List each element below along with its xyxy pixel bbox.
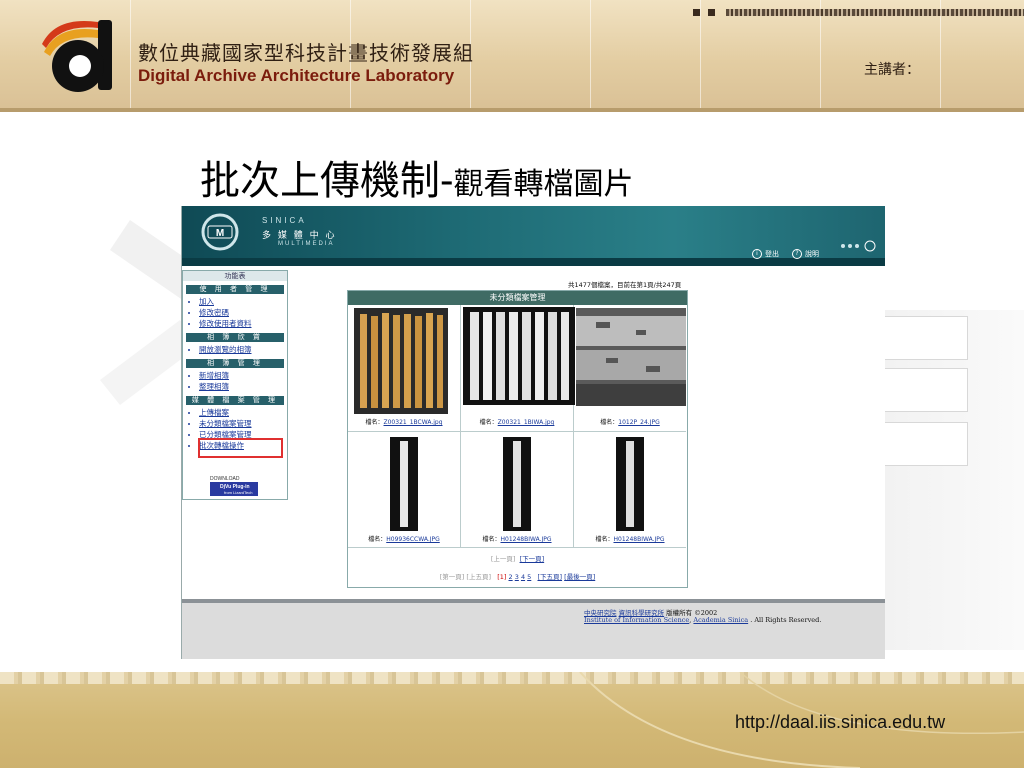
embedded-app-screenshot: M SINICA 多 媒 體 中 心 MULTIMEDIA i 登出 ? 說明 功能…: [181, 206, 885, 659]
brand-sinica: SINICA: [262, 216, 307, 225]
page-link[interactable]: 4: [521, 573, 525, 581]
bamboo-slips-bw-thumbnail: [463, 307, 575, 405]
file-cell[interactable]: 檔名：1012P_24.JPG: [574, 305, 686, 432]
first-page-link[interactable]: [第一頁]: [440, 573, 465, 581]
file-name-link[interactable]: Z00321_1BCWA.jpg: [384, 419, 443, 426]
page-link[interactable]: 3: [515, 573, 519, 581]
menu-item-edit-user[interactable]: 修改使用者資料: [199, 318, 287, 329]
file-cell[interactable]: 檔名：H09936CCWA.JPG: [348, 432, 461, 548]
help-button[interactable]: ? 說明: [792, 249, 819, 259]
help-label: 說明: [805, 250, 819, 258]
next-five-link[interactable]: [下五頁]: [538, 573, 563, 581]
file-label: 檔名：: [479, 419, 498, 426]
menu-item-unclassified[interactable]: 未分類檔案管理: [199, 418, 287, 429]
file-cell[interactable]: 檔名：H01248BIWA.JPG: [574, 432, 686, 548]
file-name-link[interactable]: H01248BIWA.JPG: [500, 536, 551, 543]
grayscale-document-thumbnail: [576, 308, 686, 406]
djvu-download-button[interactable]: DOWNLOAD DjVu Plug-in from LizardTech: [210, 476, 258, 496]
svg-text:M: M: [216, 228, 224, 239]
background-panel: [884, 310, 1024, 650]
header-texture-strip: [726, 9, 1024, 16]
file-cell[interactable]: 檔名：Z00321_1BCWA.jpg: [348, 305, 461, 432]
slide-title: 批次上傳機制-觀看轉檔圖片: [200, 148, 634, 206]
footer-link-sinica-en[interactable]: Academia Sinica: [693, 616, 748, 624]
org-name-en: Digital Archive Architecture Laboratory: [138, 66, 455, 85]
page-link[interactable]: 2: [509, 573, 513, 581]
highlight-box: [198, 438, 283, 458]
footer-separator: ,: [689, 616, 692, 624]
logout-button[interactable]: i 登出: [752, 249, 779, 259]
prev-page-link[interactable]: [上一頁]: [491, 555, 516, 563]
logout-label: 登出: [765, 250, 779, 258]
file-label: 檔名：: [600, 419, 619, 426]
file-label: 檔名：: [595, 536, 614, 543]
org-name-cn: 數位典藏國家型科技計畫技術發展組: [138, 43, 474, 65]
footer-line-2: Institute of Information Science, Academ…: [584, 616, 821, 624]
file-label: 檔名：: [368, 536, 387, 543]
download-caption: DOWNLOAD: [210, 476, 240, 482]
single-slip-thumbnail: [390, 437, 418, 531]
speaker-label: 主講者：: [864, 63, 920, 78]
next-page-link[interactable]: [下一頁]: [520, 555, 545, 563]
header-square: [708, 9, 715, 16]
app-header: M SINICA 多 媒 體 中 心 MULTIMEDIA i 登出 ? 說明: [182, 206, 885, 266]
daal-logo-icon: [42, 20, 112, 92]
footer-link-iis-en[interactable]: Institute of Information Science: [584, 616, 689, 624]
file-name-link[interactable]: Z00321_1BIWA.jpg: [498, 419, 555, 426]
menu-section-media-manage: 媒 體 檔 案 管 理: [186, 396, 284, 405]
info-icon: i: [752, 249, 762, 259]
current-page: [1]: [497, 573, 507, 581]
page-link[interactable]: 5: [527, 573, 531, 581]
file-caption: 檔名：Z00321_1BCWA.jpg: [348, 417, 460, 426]
menu-item-change-password[interactable]: 修改密碼: [199, 307, 287, 318]
file-name-link[interactable]: H01248BIWA.JPG: [613, 536, 664, 543]
menu-item-new-album[interactable]: 新增相簿: [199, 370, 287, 381]
file-cell[interactable]: 檔名：H01248BIWA.JPG: [461, 432, 574, 548]
grid-title: 未分類檔案管理: [348, 291, 687, 305]
single-slip-thumbnail: [616, 437, 644, 531]
app-footer: 中央研究院 資訊科學研究所 版權所有 ©2002 Institute of In…: [182, 599, 885, 659]
file-caption: 檔名：Z00321_1BIWA.jpg: [461, 417, 573, 426]
brand-center-cn: 多 媒 體 中 心: [262, 231, 337, 241]
bamboo-slips-thumbnail: [354, 308, 448, 414]
menu-item-organize-albums[interactable]: 整理相簿: [199, 381, 287, 392]
header-divider: [0, 108, 1024, 112]
file-caption: 檔名：H01248BIWA.JPG: [574, 534, 686, 543]
last-page-link[interactable]: [最後一頁]: [564, 573, 595, 581]
brand-center-en: MULTIMEDIA: [278, 241, 335, 247]
menu-section-album-view: 相 簿 欣 賞: [186, 333, 284, 342]
app-header-bar: [182, 258, 885, 266]
single-slip-thumbnail: [503, 437, 531, 531]
file-name-link[interactable]: 1012P_24.JPG: [618, 419, 659, 426]
page-nav-simple: [上一頁] [下一頁]: [348, 553, 687, 563]
pager-info: 共1477個檔案，目前在第1頁/共247頁: [568, 281, 682, 289]
site-url: http://daal.iis.sinica.edu.tw: [735, 712, 946, 732]
page-nav-full: [第一頁] [上五頁] [1] 2 3 4 5 [下五頁] [最後一頁]: [348, 571, 687, 581]
header-square: [693, 9, 700, 16]
file-cell[interactable]: 檔名：Z00321_1BIWA.jpg: [461, 305, 575, 432]
djvu-sublabel: from LizardTech: [224, 490, 253, 495]
menu-title: 功能表: [183, 271, 287, 281]
slide-title-main: 批次上傳機制-: [200, 158, 454, 204]
menu-item-join[interactable]: 加入: [199, 296, 287, 307]
file-grid: 未分類檔案管理 檔名：Z00321_1BCWA.jpg 檔名：Z00321_1B…: [347, 290, 688, 588]
prev-five-link[interactable]: [上五頁]: [466, 573, 491, 581]
menu-section-user: 使 用 者 管 理: [186, 285, 284, 294]
function-menu: 功能表 使 用 者 管 理 加入 修改密碼 修改使用者資料 相 簿 欣 賞 開放…: [182, 270, 288, 500]
slide-title-sub: 觀看轉檔圖片: [453, 167, 634, 202]
menu-section-album-manage: 相 簿 管 理: [186, 359, 284, 368]
file-caption: 檔名：H01248BIWA.JPG: [461, 534, 573, 543]
help-icon: ?: [792, 249, 802, 259]
menu-item-upload[interactable]: 上傳檔案: [199, 407, 287, 418]
file-label: 檔名：: [482, 536, 501, 543]
menu-item-open-albums[interactable]: 開放瀏覽的相簿: [199, 344, 287, 355]
footer-rights: . All Rights Reserved.: [750, 616, 822, 624]
file-caption: 檔名：H09936CCWA.JPG: [348, 534, 460, 543]
file-caption: 檔名：1012P_24.JPG: [574, 417, 686, 426]
file-label: 檔名：: [365, 419, 384, 426]
header-ornament-icon: [841, 240, 876, 252]
multimedia-logo-icon: M: [201, 213, 239, 251]
file-name-link[interactable]: H09936CCWA.JPG: [386, 536, 440, 543]
